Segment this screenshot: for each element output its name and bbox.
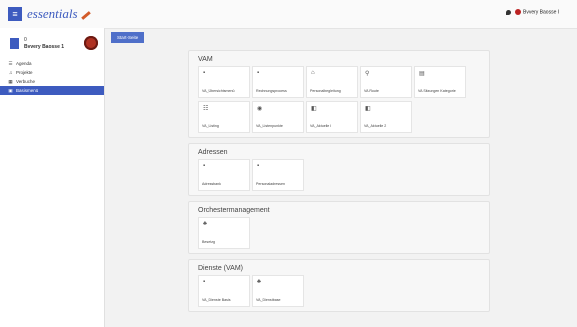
tile-card[interactable]: ▪ Rechnungsprocess	[252, 66, 304, 98]
tile-label: Personaladressen	[256, 182, 285, 186]
brand-mark-icon	[80, 10, 91, 20]
tile-card[interactable]: ▪ Adressbank	[198, 159, 250, 191]
sidebar-item-1[interactable]: ♫ Projekte	[0, 68, 104, 77]
user-name: Bvverу Ваоssе 1	[24, 44, 65, 50]
avatar[interactable]	[84, 36, 98, 50]
tile-label: VA_Dienste Basis	[202, 298, 231, 302]
tile-card[interactable]: ▪ VA_Dienste Basis	[198, 275, 250, 307]
tile-label: VA_Listing	[202, 124, 219, 128]
tile-icon: ☷	[203, 106, 209, 112]
tile-icon: ▪	[257, 163, 260, 169]
tile-label: VA_Dienstbase	[256, 298, 281, 302]
section-title: Dienste (VAM)	[198, 265, 243, 272]
tile-icon: ◧	[365, 106, 371, 112]
menu-icon[interactable]: ≡	[8, 7, 22, 21]
brand-logo[interactable]: essentials	[27, 6, 91, 22]
top-user-area[interactable]: Bvverу Ваоssе I	[506, 9, 559, 15]
tile-icon: ♣	[257, 279, 261, 285]
tile-icon: ⚲	[365, 71, 370, 77]
tile-icon: ⌂	[311, 70, 315, 76]
section-panel: Orchestermanagement ♣ Besetzg	[188, 201, 490, 254]
sidebar-item-3[interactable]: ▣ Basismenü	[0, 86, 104, 95]
sidebar-item-icon: ▣	[8, 88, 13, 93]
tile-card[interactable]: ⌂ Personalbegleitung	[306, 66, 358, 98]
sidebar-item-0[interactable]: ☰ Agenda	[0, 59, 104, 68]
tile-icon: ◧	[311, 106, 317, 112]
section-title: Orchestermanagement	[198, 207, 270, 214]
tile-label: Adressbank	[202, 182, 221, 186]
tile-card[interactable]: ⚲ VA Route	[360, 66, 412, 98]
tile-icon: ▪	[257, 70, 260, 76]
section-title: VAM	[198, 56, 213, 63]
main-content: VAM ▪ VA_Übersichtsmenü ▪ Rechnungsprocess ⌂ P…	[188, 50, 490, 317]
sidebar-nav: ☰ Agenda ♫ Projekte ▦ Verbuche ▣ Basismenü	[0, 59, 104, 95]
tile-card[interactable]: ☷ VA_Listing	[198, 101, 250, 133]
sidebar-item-2[interactable]: ▦ Verbuche	[0, 77, 104, 86]
section-panel: Dienste (VAM) ▪ VA_Dienste Basis ♣ VA_Dienst…	[188, 259, 490, 312]
sidebar-item-icon: ▦	[8, 79, 13, 84]
tile-label: Rechnungsprocess	[256, 89, 287, 93]
section-panel: VAM ▪ VA_Übersichtsmenü ▪ Rechnungsprocess ⌂ P…	[188, 50, 490, 138]
sidebar-item-icon: ☰	[8, 61, 13, 66]
tile-label: VA Sitzungen Kategorie	[418, 89, 456, 93]
tile-card[interactable]: ♣ VA_Dienstbase	[252, 275, 304, 307]
tile-label: VA_Aktuelle I	[310, 124, 332, 128]
section-title: Adressen	[198, 149, 228, 156]
tile-label: Besetzg	[202, 240, 215, 244]
sidebar-item-label: Verbuche	[16, 79, 36, 84]
sidebar-item-label: Basismenü	[16, 88, 39, 93]
tile-icon: ▪	[203, 163, 206, 169]
tab-strip: Start-Seite	[104, 28, 577, 45]
sidebar-item-label: Agenda	[16, 61, 32, 66]
sidebar: 0 Bvverу Ваоssе 1 ☰ Agenda ♫ Projekte ▦ Verbu…	[0, 28, 105, 327]
user-id: 0	[24, 37, 27, 43]
tile-label: Personalbegleitung	[310, 89, 341, 93]
tile-card[interactable]: ♣ Besetzg	[198, 217, 250, 249]
user-panel[interactable]: 0 Bvverу Ваоssе 1	[8, 34, 98, 60]
tile-card[interactable]: ◉ VA_Listenpunkte	[252, 101, 304, 133]
tile-card[interactable]: ◧ VA_Aktuelle 2	[360, 101, 412, 133]
tile-icon: ▪	[203, 279, 206, 285]
user-avatar-icon	[515, 9, 521, 15]
tile-icon: ♣	[203, 221, 207, 227]
tile-icon: ▤	[419, 71, 425, 77]
tile-icon: ▪	[203, 70, 206, 76]
user-card-icon	[10, 38, 19, 49]
tile-icon: ◉	[257, 106, 263, 112]
top-bar: ≡ essentials Bvverу Ваоssе I	[0, 0, 577, 29]
tile-label: VA Route	[364, 89, 379, 93]
tile-card[interactable]: ▪ VA_Übersichtsmenü	[198, 66, 250, 98]
location-icon[interactable]	[506, 9, 511, 15]
tile-card[interactable]: ▪ Personaladressen	[252, 159, 304, 191]
sidebar-item-label: Projekte	[16, 70, 33, 75]
top-user-name: Bvverу Ваоssе I	[523, 9, 560, 16]
sidebar-item-icon: ♫	[8, 70, 13, 75]
tile-label: VA_Übersichtsmenü	[202, 89, 235, 93]
tile-label: VA_Aktuelle 2	[364, 124, 387, 128]
tile-card[interactable]: ▤ VA Sitzungen Kategorie	[414, 66, 466, 98]
tab-start[interactable]: Start-Seite	[111, 32, 145, 43]
tile-card[interactable]: ◧ VA_Aktuelle I	[306, 101, 358, 133]
tile-label: VA_Listenpunkte	[256, 124, 283, 128]
section-panel: Adressen ▪ Adressbank ▪ Personaladressen	[188, 143, 490, 196]
